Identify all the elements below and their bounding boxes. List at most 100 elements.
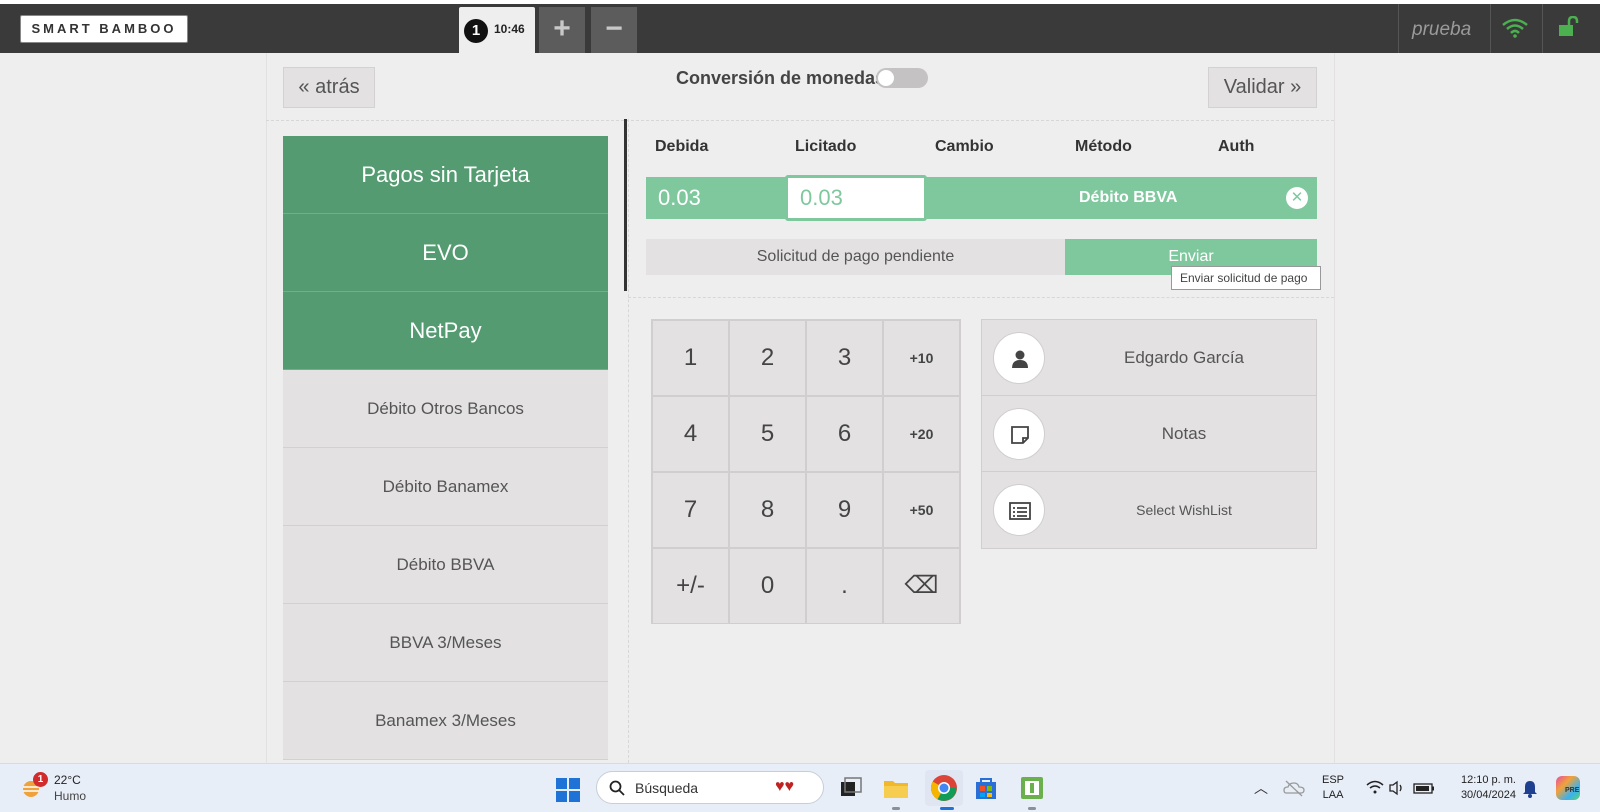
divider bbox=[1334, 53, 1335, 763]
store-icon[interactable] bbox=[970, 772, 1002, 804]
column-header-change: Cambio bbox=[935, 138, 994, 155]
user-icon bbox=[993, 332, 1045, 384]
validate-button[interactable]: Validar » bbox=[1208, 67, 1317, 108]
column-header-method: Método bbox=[1075, 138, 1132, 155]
order-actions: Edgardo García Notas Select WishList bbox=[981, 319, 1317, 549]
strawberry-icon: ♥♥ bbox=[775, 778, 794, 795]
select-wishlist-button[interactable]: Select WishList bbox=[982, 472, 1316, 548]
top-bar: SMART BAMBOO 1 10:46 + − prueba bbox=[0, 4, 1600, 53]
divider bbox=[1542, 4, 1543, 53]
list-icon bbox=[993, 484, 1045, 536]
show-hidden-icons-chevron-up-icon[interactable]: ︿ bbox=[1254, 778, 1268, 798]
notification-bell-icon[interactable] bbox=[1522, 780, 1538, 803]
divider bbox=[266, 120, 1334, 121]
onedrive-icon[interactable] bbox=[1282, 776, 1306, 800]
payment-methods-list: Pagos sin Tarjeta EVO NetPay Débito Otro… bbox=[283, 136, 608, 760]
note-icon bbox=[993, 408, 1045, 460]
wifi-icon[interactable] bbox=[1502, 18, 1528, 43]
key-0[interactable]: 0 bbox=[729, 548, 806, 624]
remove-order-button[interactable]: − bbox=[591, 7, 637, 53]
divider bbox=[1398, 4, 1399, 53]
network-wifi-icon bbox=[1366, 780, 1384, 794]
add-order-button[interactable]: + bbox=[539, 7, 585, 53]
weather-description[interactable]: Humo bbox=[54, 789, 86, 803]
column-header-tendered: Licitado bbox=[795, 138, 857, 155]
key-decimal[interactable]: . bbox=[806, 548, 883, 624]
taskbar-search[interactable]: Búsqueda ♥♥ bbox=[596, 771, 824, 804]
smart-bamboo-logo: SMART BAMBOO bbox=[20, 15, 188, 43]
payment-method-pagos-sin-tarjeta[interactable]: Pagos sin Tarjeta bbox=[283, 136, 608, 214]
key-3[interactable]: 3 bbox=[806, 320, 883, 396]
backspace-icon[interactable]: ⌫ bbox=[883, 548, 960, 624]
customer-name: Edgardo García bbox=[1123, 348, 1244, 367]
select-wishlist-label: Select WishList bbox=[1136, 502, 1232, 518]
search-icon bbox=[609, 780, 625, 796]
numeric-keypad: 1 2 3 +10 4 5 6 +20 7 8 9 +50 +/- 0 . ⌫ bbox=[651, 319, 961, 624]
unlock-icon[interactable] bbox=[1557, 15, 1579, 43]
pos-app-icon[interactable] bbox=[1016, 772, 1048, 804]
toggle-knob bbox=[878, 70, 894, 86]
key-plus-20[interactable]: +20 bbox=[883, 396, 960, 472]
divider bbox=[1490, 4, 1491, 53]
key-9[interactable]: 9 bbox=[806, 472, 883, 548]
active-indicator bbox=[940, 807, 954, 810]
battery-icon bbox=[1413, 783, 1434, 794]
windows-start-icon[interactable] bbox=[555, 777, 581, 808]
keyboard-language[interactable]: ESP LAA bbox=[1322, 773, 1344, 803]
key-plus-minus[interactable]: +/- bbox=[652, 548, 729, 624]
tendered-amount-input[interactable]: 0.03 bbox=[785, 175, 927, 221]
volume-icon bbox=[1389, 780, 1402, 796]
currency-conversion-toggle[interactable] bbox=[876, 68, 928, 88]
column-header-due: Debida bbox=[655, 138, 709, 155]
column-header-auth: Auth bbox=[1218, 138, 1255, 155]
customer-button[interactable]: Edgardo García bbox=[982, 320, 1316, 396]
key-6[interactable]: 6 bbox=[806, 396, 883, 472]
divider bbox=[628, 119, 629, 763]
taskbar: 1 22°C Humo Búsqueda ♥♥ ︿ ESP LAA 12:10 … bbox=[0, 763, 1600, 812]
divider bbox=[628, 297, 1334, 298]
payment-method-bbva-3-meses[interactable]: BBVA 3/Meses bbox=[283, 604, 608, 682]
chrome-icon[interactable] bbox=[925, 770, 963, 806]
taskbar-clock[interactable]: 12:10 p. m. 30/04/2024 bbox=[1446, 773, 1516, 803]
key-4[interactable]: 4 bbox=[652, 396, 729, 472]
file-explorer-icon[interactable] bbox=[880, 772, 912, 804]
payment-method-name: Débito BBVA bbox=[1079, 189, 1178, 206]
clock-time: 12:10 p. m. bbox=[1460, 774, 1516, 786]
payment-method-debito-banamex[interactable]: Débito Banamex bbox=[283, 448, 608, 526]
task-view-icon[interactable] bbox=[835, 772, 867, 804]
key-plus-50[interactable]: +50 bbox=[883, 472, 960, 548]
divider bbox=[624, 119, 627, 291]
order-time: 10:46 bbox=[494, 22, 525, 36]
running-indicator bbox=[1028, 807, 1036, 810]
key-7[interactable]: 7 bbox=[652, 472, 729, 548]
send-tooltip: Enviar solicitud de pago bbox=[1171, 266, 1321, 290]
key-plus-10[interactable]: +10 bbox=[883, 320, 960, 396]
payment-line[interactable]: 0.03 0.03 Débito BBVA ✕ bbox=[646, 175, 1317, 221]
payment-method-evo[interactable]: EVO bbox=[283, 214, 608, 292]
key-8[interactable]: 8 bbox=[729, 472, 806, 548]
payment-screen: « atrás Conversión de monedas Validar » … bbox=[0, 53, 1600, 763]
keyboard-layout: LAA bbox=[1322, 789, 1344, 801]
key-1[interactable]: 1 bbox=[652, 320, 729, 396]
running-indicator bbox=[892, 807, 900, 810]
order-tab[interactable]: 1 10:46 bbox=[459, 7, 535, 53]
weather-temperature[interactable]: 22°C bbox=[54, 773, 81, 787]
payment-method-banamex-3-meses[interactable]: Banamex 3/Meses bbox=[283, 682, 608, 760]
back-button[interactable]: « atrás bbox=[283, 67, 375, 108]
key-5[interactable]: 5 bbox=[729, 396, 806, 472]
key-2[interactable]: 2 bbox=[729, 320, 806, 396]
copilot-badge: PRE bbox=[1565, 787, 1580, 794]
payment-method-debito-otros-bancos[interactable]: Débito Otros Bancos bbox=[283, 370, 608, 448]
pending-payment-request: Solicitud de pago pendiente bbox=[646, 239, 1065, 275]
divider bbox=[266, 53, 267, 763]
payment-method-netpay[interactable]: NetPay bbox=[283, 292, 608, 370]
clock-date: 30/04/2024 bbox=[1460, 789, 1516, 801]
currency-conversion-label: Conversión de monedas bbox=[676, 68, 886, 88]
payment-method-debito-bbva[interactable]: Débito BBVA bbox=[283, 526, 608, 604]
user-label[interactable]: prueba bbox=[1412, 19, 1471, 41]
remove-payment-close-icon[interactable]: ✕ bbox=[1286, 187, 1308, 209]
system-tray[interactable] bbox=[1366, 779, 1440, 800]
weather-badge: 1 bbox=[33, 772, 48, 787]
notes-button[interactable]: Notas bbox=[982, 396, 1316, 472]
search-placeholder: Búsqueda bbox=[635, 780, 699, 796]
